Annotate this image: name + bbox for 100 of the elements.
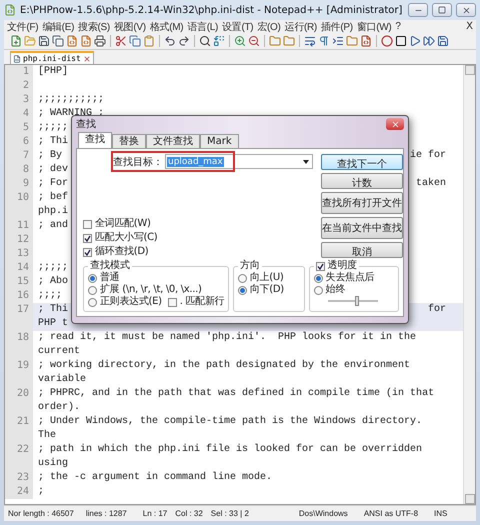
new-file-icon[interactable] — [10, 35, 22, 47]
dropdown-icon[interactable] — [303, 160, 309, 164]
dialog-tab[interactable]: 文件查找 — [146, 134, 200, 148]
pilcrow-icon[interactable] — [318, 35, 330, 47]
code-line: ;;;;; — [38, 261, 68, 275]
code-line: ; dev — [38, 163, 68, 177]
radio-label: 失去焦点后 — [326, 272, 374, 284]
save-icon[interactable] — [38, 35, 50, 47]
dialog-button[interactable]: 计数 — [321, 173, 403, 189]
undo-icon[interactable] — [164, 35, 176, 47]
redo-icon[interactable] — [178, 35, 190, 47]
code-line: ; and — [38, 219, 68, 233]
menu-item[interactable]: 设置(T) — [222, 20, 254, 34]
radio-label: 始终 — [326, 284, 346, 296]
checkbox[interactable] — [83, 248, 92, 256]
zoom-out-icon[interactable] — [248, 35, 260, 47]
menu-item[interactable]: 视图(V) — [114, 20, 146, 34]
code-line: taken — [416, 177, 446, 191]
menu-item[interactable]: 搜索(S) — [78, 20, 110, 34]
close-icon[interactable] — [82, 54, 91, 62]
save-macro-icon[interactable] — [437, 35, 449, 47]
notepad-icon — [4, 4, 16, 16]
radio-button[interactable] — [238, 286, 247, 294]
checkbox[interactable] — [83, 234, 92, 242]
replace-icon[interactable] — [213, 35, 225, 47]
wrap-icon[interactable] — [304, 35, 316, 47]
radio-button[interactable] — [88, 274, 97, 282]
code-line: ;;;; — [38, 289, 62, 303]
menu-item[interactable]: ? — [395, 21, 401, 32]
code-line: ; Abo — [38, 275, 68, 289]
menu-item[interactable]: 宏(O) — [257, 20, 281, 34]
checkbox[interactable] — [168, 298, 177, 306]
scissors-icon[interactable] — [115, 35, 127, 47]
code-line: ie for — [410, 149, 446, 163]
dialog-tab[interactable]: 替换 — [112, 134, 146, 148]
maximize-button[interactable] — [432, 3, 452, 17]
code-line: for — [428, 303, 446, 317]
dialog-button[interactable]: 查找所有打开文件 — [321, 192, 403, 214]
close-button[interactable] — [386, 118, 404, 130]
fast-forward-icon[interactable] — [423, 35, 435, 47]
printer-icon[interactable] — [94, 35, 106, 47]
stop-icon[interactable] — [395, 35, 407, 47]
code-line: ; path in which the php.ini file is looked for can be overridden — [38, 443, 422, 457]
radio-button[interactable] — [314, 274, 323, 282]
code-line: ; — [38, 485, 44, 499]
code-line: ;;;;;;;;;;; — [38, 93, 104, 107]
radio-label: 正则表达式(E) — [100, 296, 162, 308]
folder-icon[interactable] — [269, 35, 281, 47]
slider-thumb[interactable] — [355, 296, 360, 306]
close-icon[interactable] — [462, 6, 470, 14]
folder-icon[interactable] — [346, 35, 358, 47]
radio-button[interactable] — [238, 274, 247, 282]
menu-item[interactable]: 文件(F) — [7, 20, 38, 34]
code-line: ; PHPRC, and in the path that was defined in compile time (in that — [38, 387, 434, 401]
checkbox[interactable] — [316, 262, 325, 270]
status-text: Nor length : 46507 — [8, 509, 74, 518]
menu-item[interactable]: 编辑(E) — [42, 20, 74, 34]
radio-button[interactable] — [88, 298, 97, 306]
search-icon[interactable] — [199, 35, 211, 47]
radio-button[interactable] — [88, 286, 97, 294]
menu-item[interactable]: 格式(M) — [150, 20, 184, 34]
file-tab[interactable]: php.ini-dist — [10, 51, 94, 64]
zoom-in-icon[interactable] — [234, 35, 246, 47]
radio-label: 向上(U) — [250, 272, 284, 284]
code-line: ; working directory, in the path designated by the environment — [38, 359, 410, 373]
code-line: php.i — [38, 205, 70, 219]
record-icon[interactable] — [381, 35, 393, 47]
code-line: order). — [38, 401, 82, 415]
status-text: Dos\Windows — [298, 509, 348, 518]
maximize-icon[interactable] — [438, 6, 446, 14]
clipboard-icon[interactable] — [143, 35, 155, 47]
document-icon[interactable] — [360, 35, 372, 47]
dialog-button[interactable]: 在当前文件中查找 — [321, 217, 403, 239]
checkbox[interactable] — [83, 220, 92, 228]
code-line: ; Under Windows, the compile-time path is the Windows directory. — [38, 415, 422, 429]
dialog-button[interactable]: 查找下一个 — [321, 154, 403, 170]
code-line: ;;;;; — [38, 121, 68, 135]
group-title: 方向 — [238, 260, 261, 272]
radio-label: 扩展 (\n, \r, \t, \0, \x...) — [100, 284, 202, 296]
scrollbar[interactable] — [463, 65, 475, 504]
menu-item[interactable]: 窗口(W) — [356, 20, 392, 34]
dialog-button[interactable]: 取消 — [321, 242, 403, 258]
menu-item[interactable]: 运行(R) — [284, 20, 317, 34]
menu-item[interactable]: 插件(P) — [320, 20, 353, 34]
radio-button[interactable] — [314, 286, 323, 294]
folder-icon[interactable] — [283, 35, 295, 47]
play-icon[interactable] — [409, 35, 421, 47]
status-text: INS — [434, 509, 448, 518]
menu-item[interactable]: 语言(L) — [187, 20, 218, 34]
indent-icon[interactable] — [332, 35, 344, 47]
dialog-tab[interactable]: 查找 — [78, 132, 112, 148]
code-line: variable — [38, 373, 88, 387]
close-document-button[interactable]: X — [466, 21, 473, 32]
dialog-tab[interactable]: Mark — [200, 134, 239, 148]
dialog-title: 查找 — [76, 118, 96, 131]
status-text: Ln : 17 — [142, 509, 168, 518]
copy-icon[interactable] — [129, 35, 141, 47]
minimize-button[interactable] — [408, 3, 428, 17]
find-label: 查找目标： — [113, 156, 163, 168]
code-line: PHP t — [38, 317, 70, 331]
